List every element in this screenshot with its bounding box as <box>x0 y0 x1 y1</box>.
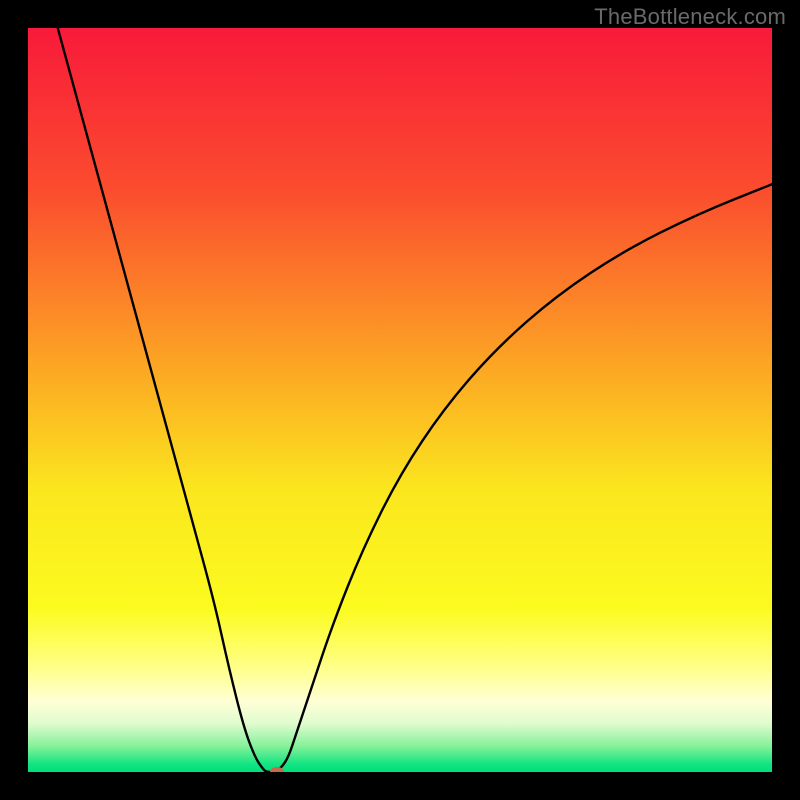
plot-area <box>28 28 772 772</box>
watermark-text: TheBottleneck.com <box>594 4 786 30</box>
chart-frame: TheBottleneck.com <box>0 0 800 800</box>
optimum-marker <box>270 767 284 772</box>
bottleneck-curve <box>28 28 772 772</box>
